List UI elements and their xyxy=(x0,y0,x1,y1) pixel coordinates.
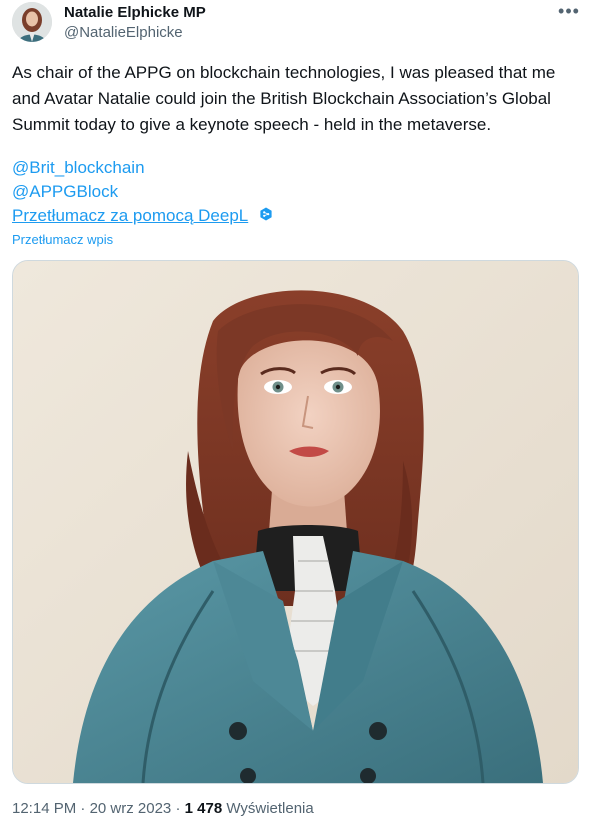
tweet-time[interactable]: 12:14 PM xyxy=(12,800,76,817)
separator-dot: · xyxy=(175,800,185,817)
view-count: 1 478 xyxy=(184,800,223,817)
author-handle[interactable]: @NatalieElphicke xyxy=(64,24,183,41)
translate-post-link[interactable]: Przetłumacz wpis xyxy=(12,232,113,247)
deepl-icon xyxy=(260,207,272,221)
author-name[interactable]: Natalie Elphicke MP xyxy=(64,4,206,21)
tweet-meta: 12:14 PM · 20 wrz 2023 · 1 478 Wyświetle… xyxy=(12,800,314,817)
author-avatar[interactable] xyxy=(12,2,52,42)
avatar-image xyxy=(12,2,52,42)
separator-dot: · xyxy=(80,800,90,817)
tweet-text: As chair of the APPG on blockchain techn… xyxy=(12,63,556,134)
views-label: Wyświetlenia xyxy=(226,800,314,817)
mention-brit-blockchain[interactable]: @Brit_blockchain xyxy=(12,156,145,180)
avatar-render-image xyxy=(13,261,578,783)
deepl-translation-link[interactable]: Przetłumacz za pomocą DeepL xyxy=(12,204,248,228)
tweet-date[interactable]: 20 wrz 2023 xyxy=(90,800,172,817)
more-horizontal-icon[interactable]: ••• xyxy=(556,2,582,24)
mention-appgblock[interactable]: @APPGBlock xyxy=(12,180,118,204)
tweet-media-image[interactable] xyxy=(12,260,579,784)
